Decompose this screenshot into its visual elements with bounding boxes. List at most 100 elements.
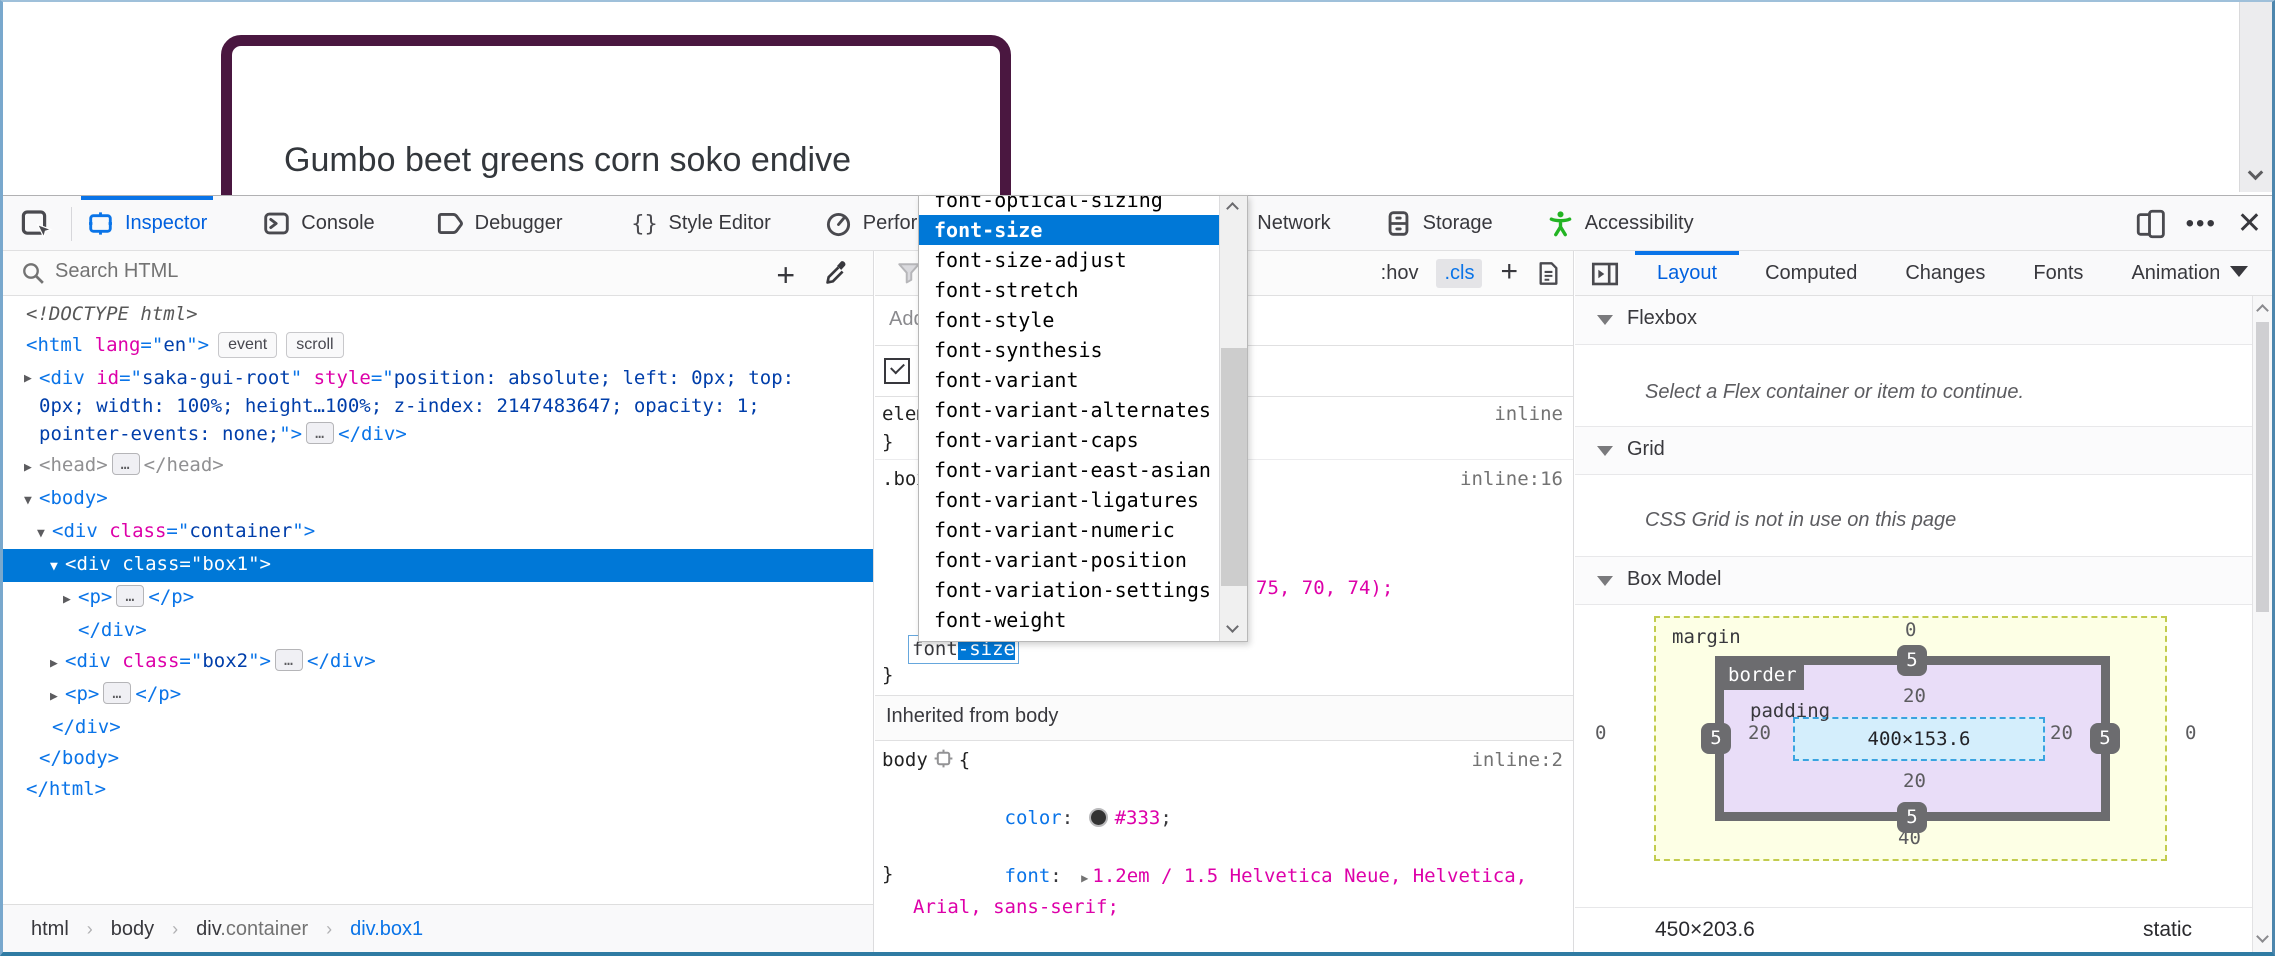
sidebar-toggle-icon[interactable] — [1591, 260, 1619, 288]
tree-node[interactable]: ▶<head>…</head> — [3, 450, 873, 483]
autocomplete-item[interactable]: font-variant-caps — [919, 425, 1219, 455]
border-top-value[interactable]: 5 — [1897, 645, 1927, 676]
tool-tab-storage[interactable]: Storage — [1379, 196, 1499, 251]
sidebar-tab-computed[interactable]: Computed — [1741, 251, 1881, 296]
border-right-value[interactable]: 5 — [2090, 723, 2120, 754]
tool-tab-console[interactable]: Console — [257, 196, 380, 251]
sidebar-scrollbar[interactable] — [2252, 296, 2272, 953]
autocomplete-item[interactable]: font-stretch — [919, 275, 1219, 305]
autocomplete-item[interactable]: font-variant-ligatures — [919, 485, 1219, 515]
color-swatch[interactable] — [1089, 808, 1108, 827]
autocomplete-item[interactable]: font-synthesis — [919, 335, 1219, 365]
autocomplete-item[interactable]: font-variant-numeric — [919, 515, 1219, 545]
twisty-icon[interactable]: ▶ — [24, 363, 39, 394]
twisty-icon[interactable]: ▶ — [24, 452, 39, 483]
breadcrumb-item[interactable]: div.box1 — [350, 918, 423, 941]
border-left-value[interactable]: 5 — [1701, 723, 1731, 754]
scrollbar-thumb[interactable] — [1221, 348, 1247, 586]
twisty-icon[interactable]: ▼ — [50, 551, 65, 582]
breadcrumb-item[interactable]: div.container — [196, 918, 308, 941]
add-node-button[interactable]: + — [776, 257, 795, 294]
tree-node[interactable]: ▼<body> — [3, 483, 873, 516]
sidebar-tab-layout[interactable]: Layout — [1633, 251, 1741, 296]
twisty-icon[interactable]: ▶ — [50, 681, 65, 712]
autocomplete-item[interactable]: font-size — [919, 215, 1219, 245]
border-bottom-value[interactable]: 5 — [1897, 802, 1927, 833]
expand-shorthand-icon[interactable]: ▶ — [1081, 864, 1088, 893]
box1-rule-location[interactable]: inline:16 — [1460, 468, 1563, 490]
class-checkbox[interactable] — [884, 358, 910, 384]
sidebar-tab-animations[interactable]: Animations — [2107, 251, 2219, 296]
autocomplete-item[interactable]: font-size-adjust — [919, 245, 1219, 275]
responsive-design-mode-icon[interactable] — [2136, 209, 2166, 239]
body-rule-location[interactable]: inline:2 — [1471, 749, 1563, 771]
tree-node[interactable]: ▶<p>…</p> — [3, 582, 873, 615]
padding-right-value[interactable]: 20 — [2050, 722, 2073, 744]
autocomplete-item[interactable]: font-variation-settings — [919, 575, 1219, 605]
breadcrumb-item[interactable]: html — [31, 918, 69, 941]
scroll-up-icon[interactable] — [1226, 202, 1239, 215]
twisty-icon[interactable]: ▼ — [37, 518, 52, 549]
autocomplete-item[interactable]: font-variant-alternates — [919, 395, 1219, 425]
pick-element-icon[interactable] — [19, 208, 55, 240]
body-rule-selector[interactable]: body{ — [882, 749, 970, 771]
tree-node[interactable]: </html> — [3, 774, 873, 805]
breadcrumb-item[interactable]: body — [111, 918, 154, 941]
tree-node[interactable]: <html lang="en">eventscroll — [3, 330, 873, 361]
box-model-section-header[interactable]: Box Model — [1575, 556, 2272, 605]
search-input[interactable]: Search HTML — [55, 260, 178, 283]
ellipsis-expander[interactable]: … — [112, 453, 140, 475]
ellipsis-expander[interactable]: … — [275, 649, 303, 671]
menu-dots-icon[interactable]: ••• — [2186, 209, 2217, 239]
sidebar-tab-fonts[interactable]: Fonts — [2009, 251, 2107, 296]
autocomplete-item[interactable]: font-optical-sizing — [919, 195, 1219, 215]
print-simulation-icon[interactable] — [1536, 261, 1561, 286]
box-model-content-box[interactable]: 400×153.6 — [1793, 717, 2045, 761]
node-badge[interactable]: event — [218, 332, 277, 358]
tree-node[interactable]: ▶<div id="saka-gui-root" style="position… — [3, 361, 873, 450]
eyedropper-icon[interactable] — [823, 259, 851, 287]
sidebar-tab-changes[interactable]: Changes — [1881, 251, 2009, 296]
margin-right-value[interactable]: 0 — [2185, 722, 2196, 744]
twisty-icon[interactable]: ▶ — [63, 584, 78, 615]
tree-node[interactable]: <!DOCTYPE html> — [3, 299, 873, 330]
tree-node[interactable]: ▶<div class="box2">…</div> — [3, 646, 873, 679]
ellipsis-expander[interactable]: … — [116, 585, 144, 607]
margin-left-value[interactable]: 0 — [1595, 722, 1606, 744]
scrollbar-thumb[interactable] — [2256, 322, 2269, 612]
tool-tab-inspector[interactable]: Inspector — [81, 196, 213, 251]
ellipsis-expander[interactable]: … — [103, 682, 131, 704]
tree-node[interactable]: ▶<p>…</p> — [3, 679, 873, 712]
sidebar-overflow-icon[interactable] — [2230, 266, 2248, 277]
page-scrollbar[interactable] — [2239, 2, 2272, 192]
tree-node[interactable]: ▼<div class="container"> — [3, 516, 873, 549]
twisty-icon[interactable]: ▼ — [24, 485, 39, 516]
tool-tab-style-editor[interactable]: {}Style Editor — [625, 196, 777, 251]
tree-node[interactable]: </div> — [3, 712, 873, 743]
tree-node[interactable]: </div> — [3, 615, 873, 646]
close-icon[interactable]: ✕ — [2237, 209, 2262, 239]
autocomplete-scrollbar[interactable] — [1219, 196, 1247, 641]
add-rule-button[interactable]: + — [1500, 255, 1518, 289]
flexbox-section-header[interactable]: Flexbox — [1575, 296, 2272, 345]
scroll-down-icon[interactable] — [1226, 620, 1239, 633]
autocomplete-item[interactable]: font-variant-east-asian — [919, 455, 1219, 485]
autocomplete-item[interactable]: font-style — [919, 305, 1219, 335]
twisty-icon[interactable]: ▶ — [50, 648, 65, 679]
ellipsis-expander[interactable]: … — [306, 422, 334, 444]
padding-top-value[interactable]: 20 — [1903, 685, 1926, 707]
padding-bottom-value[interactable]: 20 — [1903, 770, 1926, 792]
autocomplete-item[interactable]: font-weight — [919, 605, 1219, 635]
scroll-up-icon[interactable] — [2256, 304, 2269, 317]
tool-tab-debugger[interactable]: Debugger — [431, 196, 569, 251]
grid-section-header[interactable]: Grid — [1575, 426, 2272, 475]
class-panel-button[interactable]: .cls — [1436, 259, 1482, 288]
tool-tab-accessibility[interactable]: Accessibility — [1541, 196, 1700, 251]
padding-left-value[interactable]: 20 — [1748, 722, 1771, 744]
element-rule-location[interactable]: inline — [1494, 403, 1563, 425]
node-target-icon[interactable] — [934, 749, 953, 768]
tree-node[interactable]: </body> — [3, 743, 873, 774]
margin-top-value[interactable]: 0 — [1905, 619, 1916, 641]
pseudo-class-button[interactable]: :hov — [1381, 262, 1419, 285]
autocomplete-item[interactable]: font-variant-position — [919, 545, 1219, 575]
